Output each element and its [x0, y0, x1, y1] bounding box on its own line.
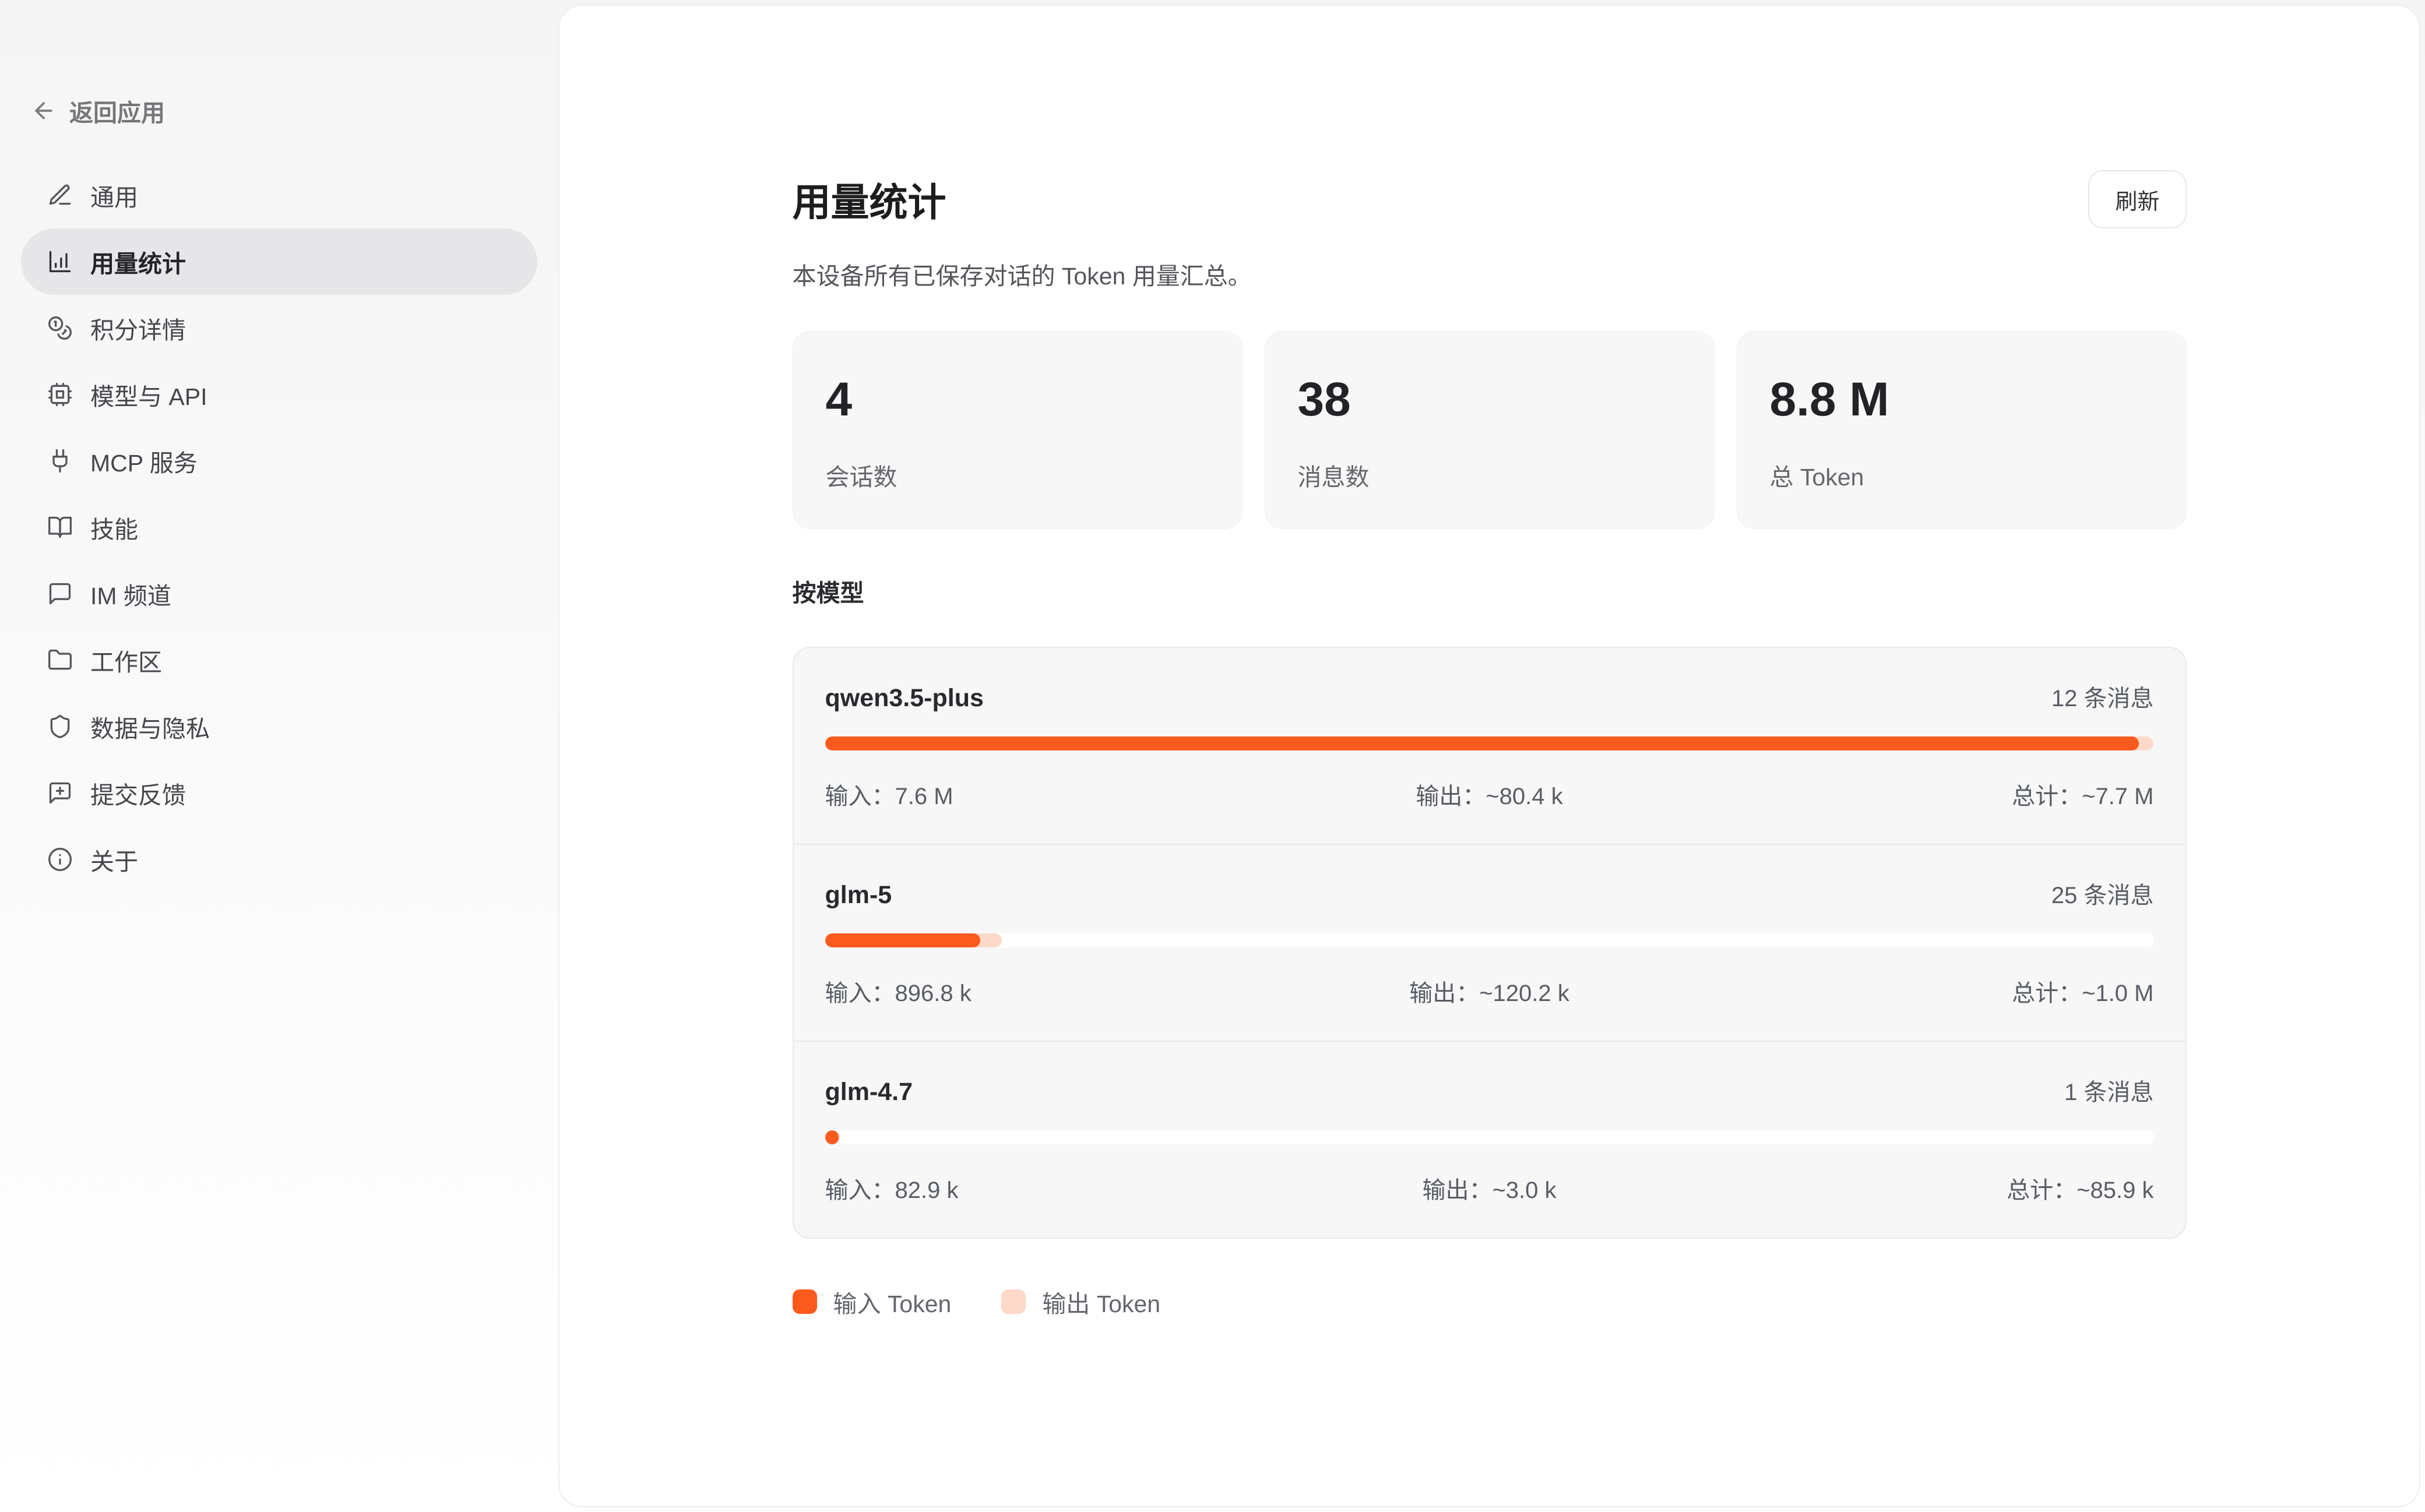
model-total-tokens: 总计：~85.9 k [1711, 1171, 2154, 1205]
model-output-tokens: 输出：~120.2 k [1268, 974, 1711, 1008]
page-title: 用量统计 [793, 171, 946, 227]
sidebar-item-label: 积分详情 [90, 311, 186, 346]
settings-panel: 用量统计 刷新 本设备所有已保存对话的 Token 用量汇总。 4 会话数 38… [558, 5, 2420, 1507]
sidebar-item-credits[interactable]: 积分详情 [21, 295, 537, 361]
arrow-left-icon [31, 98, 57, 124]
summary-cards: 4 会话数 38 消息数 8.8 M 总 Token [793, 331, 2187, 529]
settings-sidebar: 返回应用 通用 用量统计 积分详情 模型与 API MCP 服务 [0, 0, 558, 1512]
sidebar-item-label: 提交反馈 [90, 776, 186, 810]
sidebar-item-label: 数据与隐私 [90, 709, 210, 744]
stat-value: 8.8 M [1770, 373, 2153, 426]
usage-bar [825, 933, 2154, 947]
stat-card-total-tokens: 8.8 M 总 Token [1737, 331, 2187, 529]
sidebar-item-label: 工作区 [90, 643, 162, 678]
sidebar-item-label: IM 频道 [90, 576, 171, 611]
sidebar-item-general[interactable]: 通用 [21, 162, 537, 228]
sidebar-item-label: MCP 服务 [90, 443, 198, 478]
stat-label: 总 Token [1770, 457, 2153, 492]
sidebar-item-skills[interactable]: 技能 [21, 494, 537, 561]
model-input-tokens: 输入：7.6 M [825, 777, 1268, 811]
legend-label: 输出 Token [1042, 1284, 1160, 1319]
sidebar-item-feedback[interactable]: 提交反馈 [21, 760, 537, 826]
legend-item-input: 输入 Token [793, 1284, 952, 1319]
model-total-tokens: 总计：~1.0 M [1711, 974, 2154, 1008]
refresh-button[interactable]: 刷新 [2088, 170, 2186, 228]
sidebar-item-about[interactable]: 关于 [21, 826, 537, 893]
back-to-app-button[interactable]: 返回应用 [0, 93, 558, 128]
sidebar-item-label: 通用 [90, 178, 138, 213]
info-icon [47, 847, 73, 872]
back-label: 返回应用 [69, 93, 165, 128]
output-token-swatch [1001, 1289, 1026, 1314]
usage-stats-page: 用量统计 刷新 本设备所有已保存对话的 Token 用量汇总。 4 会话数 38… [793, 6, 2187, 1389]
sidebar-item-label: 关于 [90, 842, 138, 877]
chart-column-icon [47, 249, 73, 274]
coins-icon [47, 315, 73, 341]
input-token-segment [825, 736, 2139, 750]
message-square-icon [47, 581, 73, 607]
model-name: qwen3.5-plus [825, 684, 984, 713]
stat-value: 4 [826, 373, 1209, 426]
stat-card-sessions: 4 会话数 [793, 331, 1243, 529]
sidebar-item-data-privacy[interactable]: 数据与隐私 [21, 693, 537, 760]
pen-line-icon [47, 182, 73, 208]
sidebar-item-models-api[interactable]: 模型与 API [21, 361, 537, 428]
folder-icon [47, 647, 73, 673]
model-row: glm-4.7 1 条消息 输入：82.9 k 输出：~3.0 k 总计：~85… [794, 1041, 2185, 1238]
token-legend: 输入 Token 输出 Token [793, 1284, 2187, 1389]
model-output-tokens: 输出：~80.4 k [1268, 777, 1711, 811]
shield-icon [47, 714, 73, 739]
model-message-count: 12 条消息 [2051, 679, 2154, 713]
usage-bar [825, 1130, 2154, 1144]
input-token-segment [825, 1130, 839, 1144]
model-name: glm-4.7 [825, 1078, 913, 1106]
sidebar-item-usage-stats[interactable]: 用量统计 [21, 228, 537, 295]
stat-card-messages: 38 消息数 [1265, 331, 1715, 529]
plug-icon [47, 448, 73, 474]
legend-label: 输入 Token [833, 1284, 952, 1319]
page-subtitle: 本设备所有已保存对话的 Token 用量汇总。 [793, 256, 2187, 291]
message-square-plus-icon [47, 780, 73, 806]
sidebar-item-workspace[interactable]: 工作区 [21, 627, 537, 693]
model-input-tokens: 输入：82.9 k [825, 1171, 1268, 1205]
usage-bar [825, 736, 2154, 750]
model-input-tokens: 输入：896.8 k [825, 974, 1268, 1008]
model-total-tokens: 总计：~7.7 M [1711, 777, 2154, 811]
model-output-tokens: 输出：~3.0 k [1268, 1171, 1711, 1205]
model-row: qwen3.5-plus 12 条消息 输入：7.6 M 输出：~80.4 k … [794, 648, 2185, 844]
sidebar-item-mcp[interactable]: MCP 服务 [21, 428, 537, 494]
sidebar-menu: 通用 用量统计 积分详情 模型与 API MCP 服务 技能 [0, 162, 558, 893]
input-token-segment [825, 933, 981, 947]
model-usage-list: qwen3.5-plus 12 条消息 输入：7.6 M 输出：~80.4 k … [793, 647, 2187, 1239]
legend-item-output: 输出 Token [1001, 1284, 1160, 1319]
sidebar-item-label: 模型与 API [90, 377, 207, 412]
by-model-heading: 按模型 [793, 573, 2187, 608]
input-token-swatch [793, 1289, 817, 1314]
sidebar-item-label: 技能 [90, 510, 138, 545]
sidebar-item-label: 用量统计 [90, 244, 186, 279]
cpu-icon [47, 382, 73, 407]
stat-value: 38 [1298, 373, 1681, 426]
book-open-icon [47, 514, 73, 540]
sidebar-item-im-channels[interactable]: IM 频道 [21, 561, 537, 627]
model-message-count: 25 条消息 [2051, 876, 2154, 910]
model-message-count: 1 条消息 [2064, 1073, 2153, 1107]
stat-label: 会话数 [826, 457, 1209, 492]
stat-label: 消息数 [1298, 457, 1681, 492]
app-window: 返回应用 通用 用量统计 积分详情 模型与 API MCP 服务 [0, 0, 2425, 1512]
model-name: glm-5 [825, 881, 892, 910]
model-row: glm-5 25 条消息 输入：896.8 k 输出：~120.2 k 总计：~… [794, 844, 2185, 1041]
